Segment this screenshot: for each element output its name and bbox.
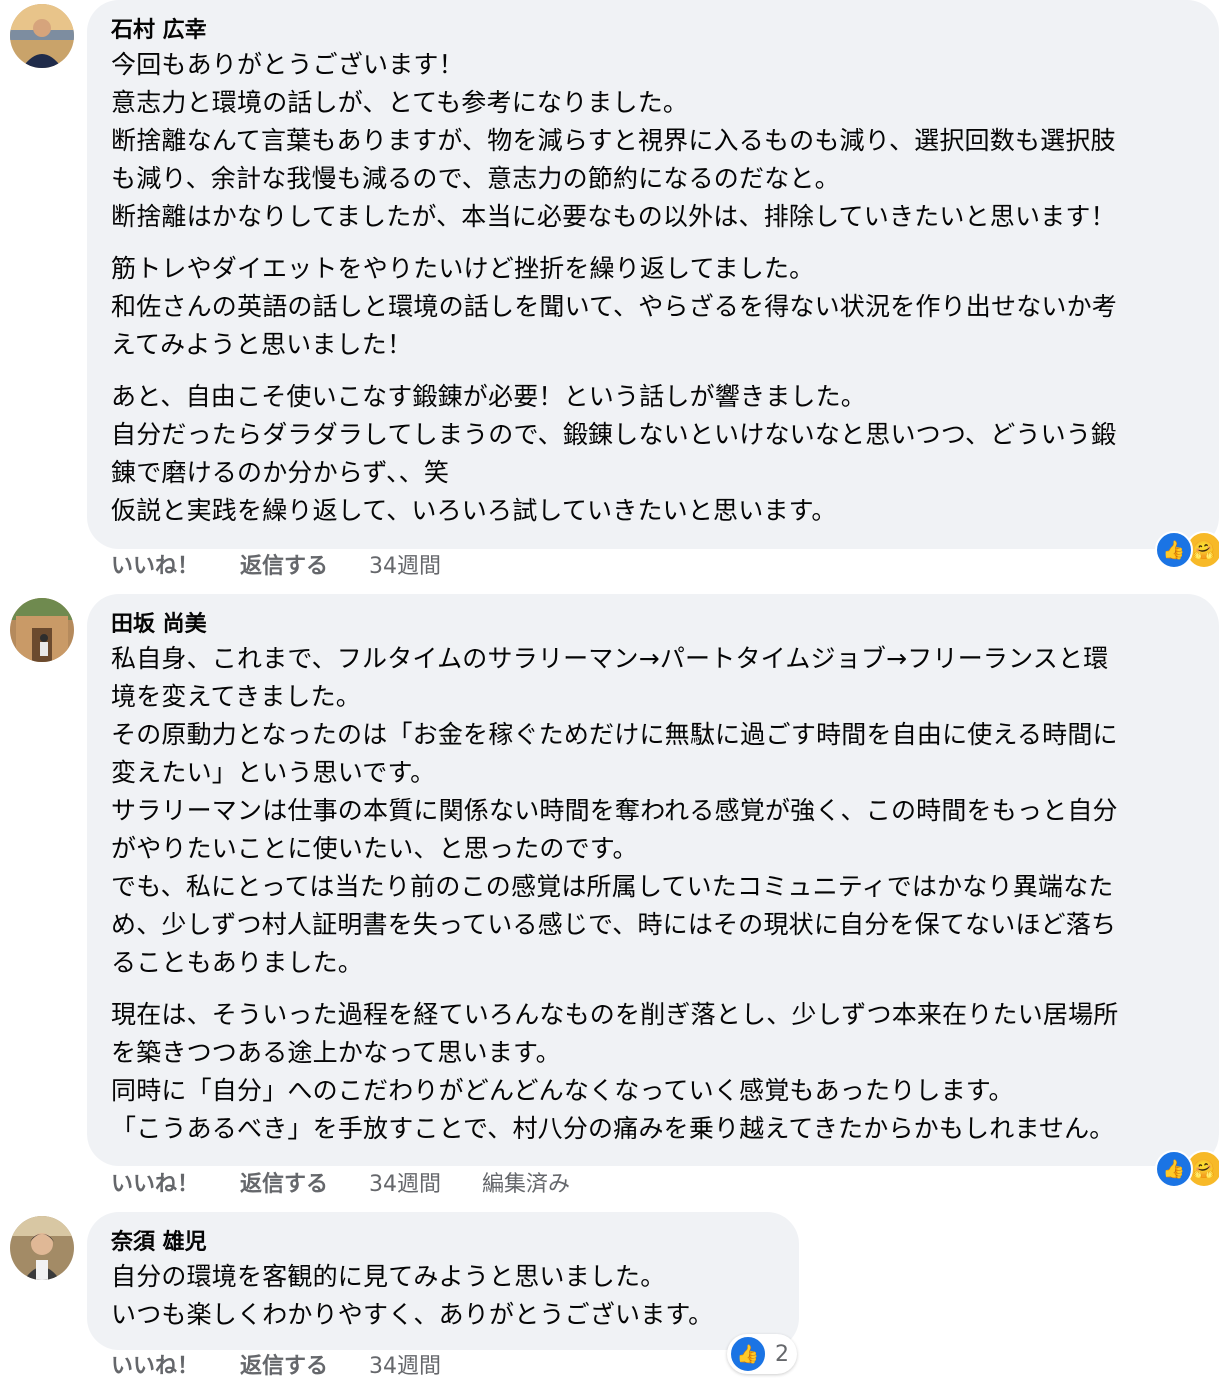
- comment-line: えてみようと思いました！: [111, 330, 413, 359]
- comment-line: 現在は、そういった過程を経ていろんなものを削ぎ落とし、少しずつ本来在りたい居場所: [111, 1000, 1119, 1029]
- comment-line: 仮説と実践を繰り返して、いろいろ試していきたいと思います。: [111, 496, 837, 525]
- timestamp[interactable]: 34週間: [369, 1172, 441, 1197]
- comment-line: その原動力となったのは「お金を稼ぐためだけに無駄に過ごす時間を自由に使える時間に: [111, 720, 1118, 749]
- comment-line: も減り、余計な我慢も減るので、意志力の節約になるのだなと。: [111, 164, 840, 193]
- comment-author[interactable]: 石村 広幸: [111, 16, 1219, 46]
- reaction-count: 2: [775, 1341, 789, 1367]
- like-button[interactable]: いいね！: [111, 1172, 199, 1197]
- comment-line: あと、自由こそ使いこなす鍛錬が必要！という話しが響きました。: [111, 382, 867, 411]
- comment-paragraph: 現在は、そういった過程を経ていろんなものを削ぎ落とし、少しずつ本来在りたい居場所…: [111, 996, 1219, 1148]
- comment-line: 自分の環境を客観的に見てみようと思いました。: [111, 1262, 666, 1291]
- like-icon: 👍: [729, 1335, 767, 1373]
- comment-paragraph: あと、自由こそ使いこなす鍛錬が必要！という話しが響きました。 自分だったらダラダ…: [111, 378, 1219, 530]
- like-button[interactable]: いいね！: [111, 1354, 199, 1379]
- edited-label[interactable]: 編集済み: [482, 1172, 570, 1197]
- comment-line: 今回もありがとうございます！: [111, 50, 464, 79]
- comment-paragraph: 私自身、これまで、フルタイムのサラリーマン→パートタイムジョブ→フリーランスと環…: [111, 640, 1219, 982]
- comment-line: を築きつつある途上かなって思います。: [111, 1038, 561, 1067]
- comment-line: 錬で磨けるのか分からず、、笑: [111, 458, 450, 487]
- reply-button[interactable]: 返信する: [240, 1172, 328, 1197]
- reply-button[interactable]: 返信する: [240, 554, 328, 579]
- timestamp[interactable]: 34週間: [369, 1354, 441, 1379]
- comment-line: 同時に「自分」へのこだわりがどんどんなくなっていく感覚もあったりします。: [111, 1076, 1014, 1105]
- comment-author[interactable]: 田坂 尚美: [111, 610, 1219, 640]
- comment-line: ることもありました。: [111, 948, 364, 977]
- comment-line: 自分だったらダラダラしてしまうので、鍛錬しないといけないなと思いつつ、どういう鍛: [111, 420, 1117, 449]
- comment-line: 和佐さんの英語の話しと環境の話しを聞いて、やらざるを得ない状況を作り出せないか考: [111, 292, 1118, 321]
- avatar[interactable]: [10, 598, 74, 662]
- comment-actions: いいね！ 返信する 34週間: [111, 1352, 475, 1382]
- comment-line: でも、私にとっては当たり前のこの感覚は所属していたコミュニティではかなり異端なた: [111, 872, 1114, 901]
- reaction-summary[interactable]: 👍 🤗: [1155, 530, 1219, 570]
- comment-line: 意志力と環境の話しが、とても参考になりました。: [111, 88, 689, 117]
- comment-paragraph: 筋トレやダイエットをやりたいけど挫折を繰り返してました。 和佐さんの英語の話しと…: [111, 250, 1219, 364]
- comment-line: 「こうあるべき」を手放すことで、村八分の痛みを乗り越えてきたからかもしれません。: [111, 1114, 1115, 1143]
- reaction-summary[interactable]: 👍 2: [727, 1334, 797, 1374]
- comment-line: サラリーマンは仕事の本質に関係ない時間を奪われる感覚が強く、この時間をもっと自分: [111, 796, 1118, 825]
- comment-bubble: 奈須 雄児 自分の環境を客観的に見てみようと思いました。 いつも楽しくわかりやす…: [87, 1212, 799, 1350]
- comment-author[interactable]: 奈須 雄児: [111, 1228, 799, 1258]
- avatar[interactable]: [10, 1216, 74, 1280]
- comment-actions: いいね！ 返信する 34週間: [111, 552, 475, 582]
- comment-bubble: 石村 広幸 今回もありがとうございます！ 意志力と環境の話しが、とても参考になり…: [87, 0, 1219, 549]
- like-icon: 👍: [1155, 1150, 1193, 1188]
- reply-button[interactable]: 返信する: [240, 1354, 328, 1379]
- reaction-summary[interactable]: 👍 🤗: [1155, 1149, 1219, 1189]
- comment-line: 私自身、これまで、フルタイムのサラリーマン→パートタイムジョブ→フリーランスと環: [111, 644, 1109, 673]
- comment-line: 断捨離なんて言葉もありますが、物を減らすと視界に入るものも減り、選択回数も選択肢: [111, 126, 1116, 155]
- comment-line: 変えたい」という思いです。: [111, 758, 436, 787]
- comment-paragraph: 今回もありがとうございます！ 意志力と環境の話しが、とても参考になりました。 断…: [111, 46, 1219, 236]
- comment-paragraph: 自分の環境を客観的に見てみようと思いました。 いつも楽しくわかりやすく、ありがと…: [111, 1258, 799, 1334]
- comment-line: 断捨離はかなりしてましたが、本当に必要なもの以外は、排除していきたいと思います！: [111, 202, 1116, 231]
- comment-line: いつも楽しくわかりやすく、ありがとうございます。: [111, 1300, 714, 1329]
- avatar[interactable]: [10, 4, 74, 68]
- comment-line: 境を変えてきました。: [111, 682, 362, 711]
- like-icon: 👍: [1155, 531, 1193, 569]
- comment-line: め、少しずつ村人証明書を失っている感じで、時にはその現状に自分を保てないほど落ち: [111, 910, 1117, 939]
- comment-line: がやりたいことに使いたい、と思ったのです。: [111, 834, 638, 863]
- comment-bubble: 田坂 尚美 私自身、これまで、フルタイムのサラリーマン→パートタイムジョブ→フリ…: [87, 594, 1219, 1166]
- like-button[interactable]: いいね！: [111, 554, 199, 579]
- timestamp[interactable]: 34週間: [369, 554, 441, 579]
- comment-actions: いいね！ 返信する 34週間 編集済み: [111, 1170, 604, 1200]
- comment-line: 筋トレやダイエットをやりたいけど挫折を繰り返してました。: [111, 254, 815, 283]
